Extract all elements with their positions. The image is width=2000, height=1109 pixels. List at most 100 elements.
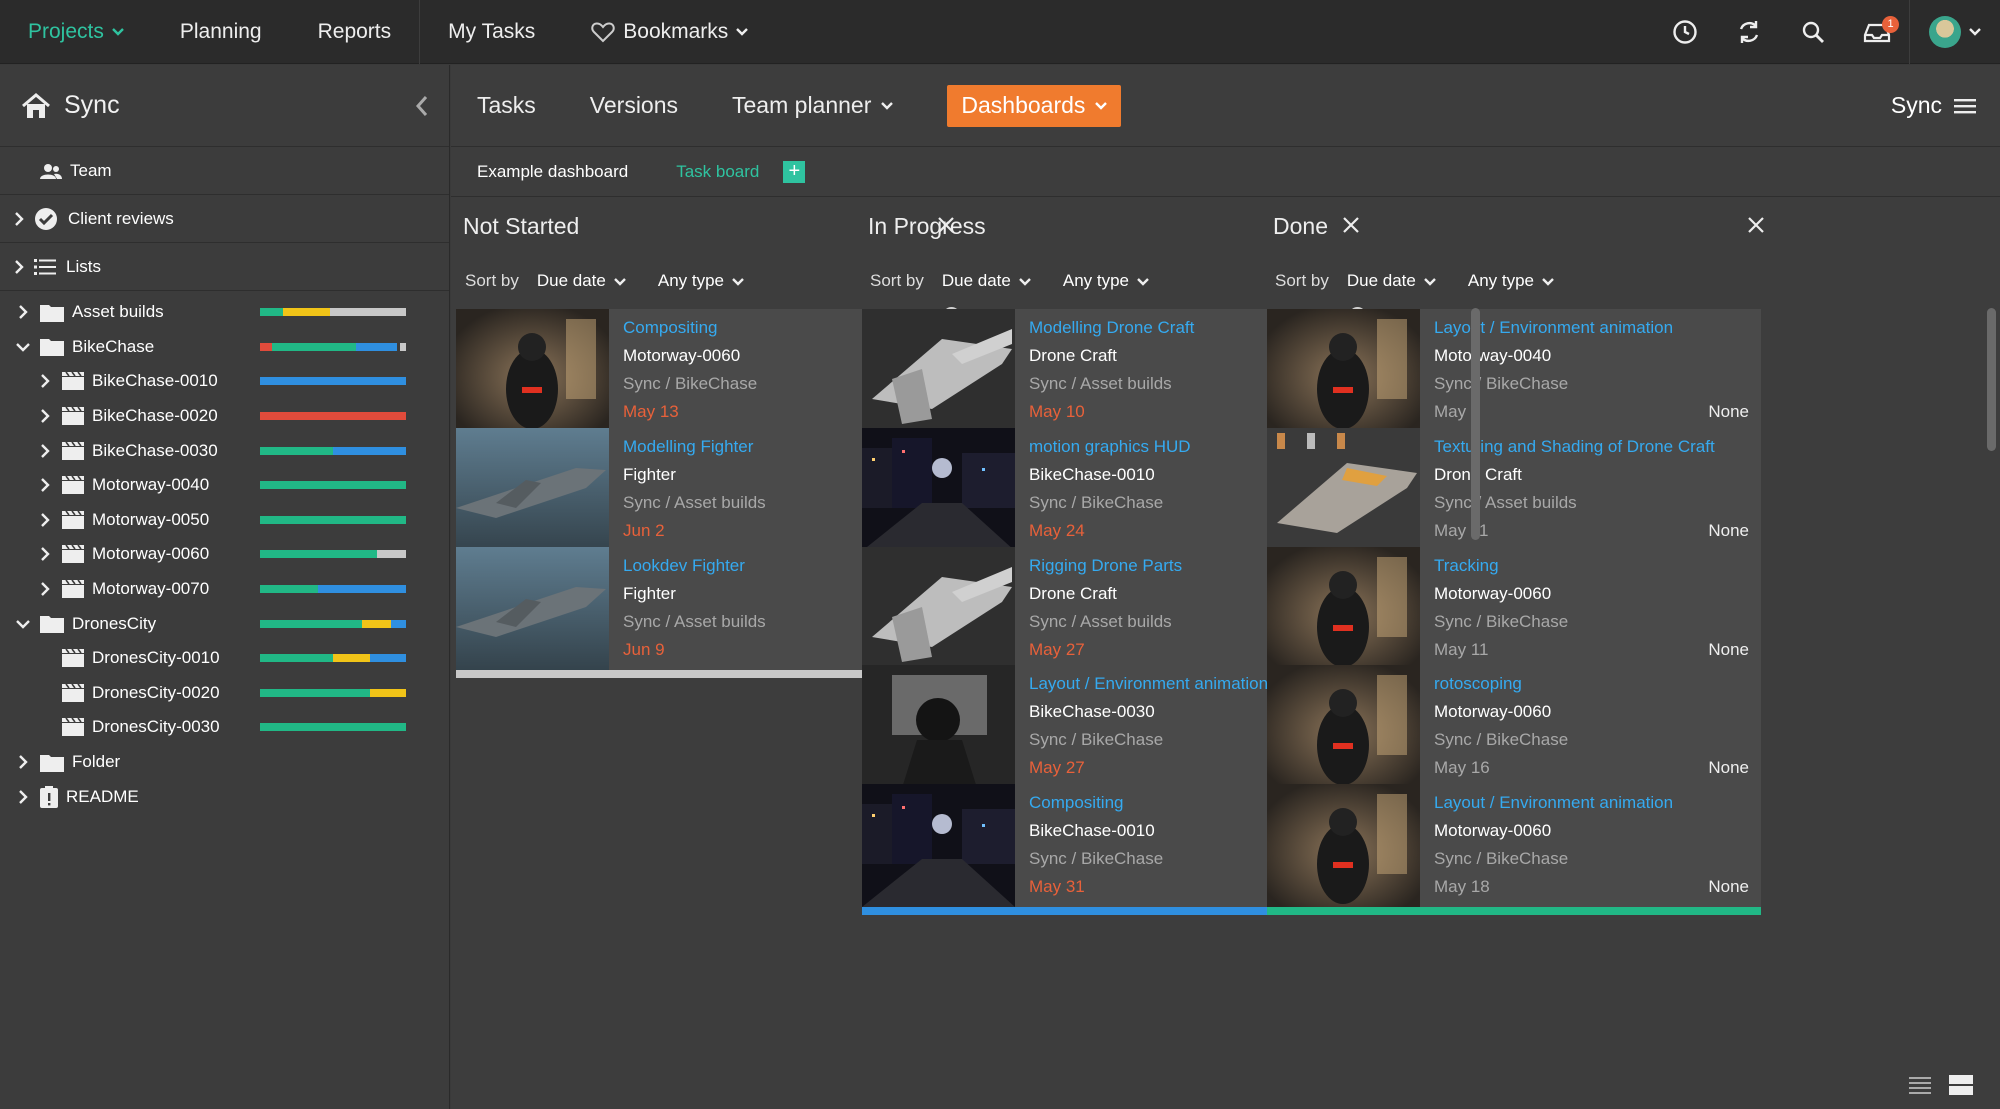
- team-icon: [40, 163, 62, 179]
- tree-item[interactable]: Motorway-0040: [0, 468, 449, 503]
- tab-versions[interactable]: Versions: [590, 92, 678, 119]
- tree-item[interactable]: BikeChase-0030: [0, 433, 449, 468]
- tree-item[interactable]: DronesCity-0010: [0, 641, 449, 676]
- nav-planning[interactable]: Planning: [152, 0, 290, 64]
- task-name-link[interactable]: Layout / Environment animation: [1434, 317, 1749, 345]
- tree-item[interactable]: Motorway-0070: [0, 572, 449, 607]
- sidebar-item-lists[interactable]: Lists: [0, 243, 449, 291]
- sort-by-label: Sort by: [465, 271, 519, 290]
- hamburger-menu-icon: [1954, 98, 1976, 113]
- type-filter-dropdown[interactable]: Any type: [658, 271, 744, 291]
- list-icon: [34, 258, 56, 275]
- tab-tasks[interactable]: Tasks: [477, 92, 536, 119]
- tree-item[interactable]: Motorway-0050: [0, 503, 449, 538]
- task-path: Sync / BikeChase: [1434, 611, 1569, 631]
- chevron-right-icon[interactable]: [14, 211, 24, 226]
- tree-item[interactable]: DronesCity: [0, 606, 449, 641]
- status-bar: [1267, 907, 1761, 916]
- tree-item[interactable]: DronesCity-0020: [0, 676, 449, 711]
- card-view-icon[interactable]: [1949, 1075, 1973, 1095]
- chevron-right-icon[interactable]: [14, 789, 32, 804]
- tree-item[interactable]: BikeChase-0020: [0, 399, 449, 434]
- task-name-link[interactable]: Texturing and Shading of Drone Craft: [1434, 436, 1749, 464]
- task-card[interactable]: Texturing and Shading of Drone Craft Dron…: [1267, 427, 1761, 559]
- task-due-date: May 24: [1029, 520, 1085, 540]
- history-button[interactable]: [1653, 0, 1717, 64]
- clapper-icon: [62, 372, 84, 391]
- column-scrollbar[interactable]: [1471, 308, 1480, 540]
- chevron-down-icon[interactable]: [14, 619, 32, 629]
- task-name-link[interactable]: Layout / Environment animation: [1434, 792, 1749, 820]
- dashboard-tabs: Example dashboard Task board +: [451, 147, 2000, 197]
- clapper-icon: [62, 580, 84, 599]
- sidebar: Sync Team Client reviews Lists Asset bui…: [0, 65, 450, 1109]
- tree-item[interactable]: BikeChase: [0, 330, 449, 365]
- tree-item[interactable]: BikeChase-0010: [0, 364, 449, 399]
- nav-projects[interactable]: Projects: [0, 0, 152, 64]
- sort-dropdown[interactable]: Due date: [942, 271, 1031, 291]
- task-card-info: Texturing and Shading of Drone Craft Dron…: [1434, 436, 1749, 546]
- task-name-link[interactable]: Tracking: [1434, 555, 1749, 583]
- nav-reports[interactable]: Reports: [290, 0, 420, 64]
- chevron-right-icon[interactable]: [36, 478, 54, 493]
- tree-item-label: Motorway-0050: [92, 509, 210, 529]
- tree-item[interactable]: Asset builds: [0, 295, 449, 330]
- task-entity: Motorway-0060: [1434, 702, 1552, 722]
- tab-example-dashboard[interactable]: Example dashboard: [477, 162, 628, 182]
- add-dashboard-button[interactable]: +: [783, 160, 806, 183]
- compact-list-icon[interactable]: [1909, 1076, 1931, 1094]
- task-card[interactable]: Tracking Motorway-0060 Sync / BikeChase May…: [1267, 546, 1761, 678]
- sidebar-item-client-reviews[interactable]: Client reviews: [0, 195, 449, 243]
- tree-item[interactable]: Motorway-0060: [0, 537, 449, 572]
- main-content: Tasks Versions Team planner Dashboards S…: [451, 65, 2000, 1109]
- progress-segment: [260, 550, 377, 559]
- chevron-right-icon[interactable]: [36, 374, 54, 389]
- tab-dashboards[interactable]: Dashboards: [947, 84, 1122, 127]
- task-thumbnail: [1267, 665, 1420, 789]
- column-filters: Sort by Due date Any type: [1261, 254, 1767, 308]
- sidebar-item-team[interactable]: Team: [0, 147, 449, 195]
- task-path: Sync / BikeChase: [1434, 849, 1569, 869]
- search-button[interactable]: [1781, 0, 1845, 64]
- tree-item[interactable]: Folder: [0, 745, 449, 780]
- project-menu[interactable]: Sync: [1891, 92, 1976, 119]
- close-icon[interactable]: [1747, 213, 1765, 240]
- tree-item[interactable]: README: [0, 779, 449, 814]
- progress-segment: [318, 585, 406, 594]
- user-menu[interactable]: [1910, 0, 2000, 64]
- sync-button[interactable]: [1717, 0, 1781, 64]
- sort-dropdown[interactable]: Due date: [1347, 271, 1436, 291]
- chevron-right-icon[interactable]: [14, 259, 24, 274]
- column-scrollbar[interactable]: [1987, 308, 1996, 451]
- task-name-link[interactable]: rotoscoping: [1434, 673, 1749, 701]
- chevron-right-icon[interactable]: [36, 547, 54, 562]
- chevron-right-icon[interactable]: [36, 409, 54, 423]
- task-card[interactable]: rotoscoping Motorway-0060 Sync / BikeChase…: [1267, 665, 1761, 797]
- nav-my-tasks[interactable]: My Tasks: [420, 0, 563, 64]
- chevron-right-icon[interactable]: [36, 513, 54, 527]
- task-card[interactable]: Layout / Environment animation Motorway-0…: [1267, 309, 1761, 440]
- chevron-right-icon[interactable]: [14, 755, 32, 769]
- task-card-info: rotoscoping Motorway-0060 Sync / BikeChase…: [1434, 673, 1749, 783]
- status-progress-bar: [260, 654, 406, 663]
- task-thumbnail: [1267, 309, 1420, 432]
- task-card-footer: May 11 None: [1434, 520, 1749, 542]
- tree-item-label: DronesCity-0020: [92, 682, 220, 702]
- chevron-right-icon[interactable]: [14, 305, 32, 320]
- chevron-right-icon[interactable]: [36, 582, 54, 596]
- chevron-right-icon[interactable]: [36, 443, 54, 458]
- type-filter-dropdown[interactable]: Any type: [1468, 271, 1554, 291]
- chevron-down-icon[interactable]: [14, 342, 32, 352]
- tree-item[interactable]: DronesCity-0030: [0, 710, 449, 745]
- tree-item-label: BikeChase-0020: [92, 406, 218, 426]
- collapse-sidebar-icon[interactable]: [415, 95, 429, 117]
- progress-segment: [260, 723, 406, 732]
- nav-bookmarks[interactable]: Bookmarks: [563, 0, 776, 64]
- tab-team-planner[interactable]: Team planner: [732, 92, 894, 119]
- notifications-button[interactable]: 1: [1845, 0, 1909, 64]
- home-icon[interactable]: [20, 92, 52, 120]
- task-card[interactable]: Layout / Environment animation Motorway-0…: [1267, 784, 1761, 916]
- type-filter-dropdown[interactable]: Any type: [1063, 271, 1149, 291]
- tab-task-board[interactable]: Task board: [676, 162, 759, 182]
- sort-dropdown[interactable]: Due date: [537, 271, 626, 291]
